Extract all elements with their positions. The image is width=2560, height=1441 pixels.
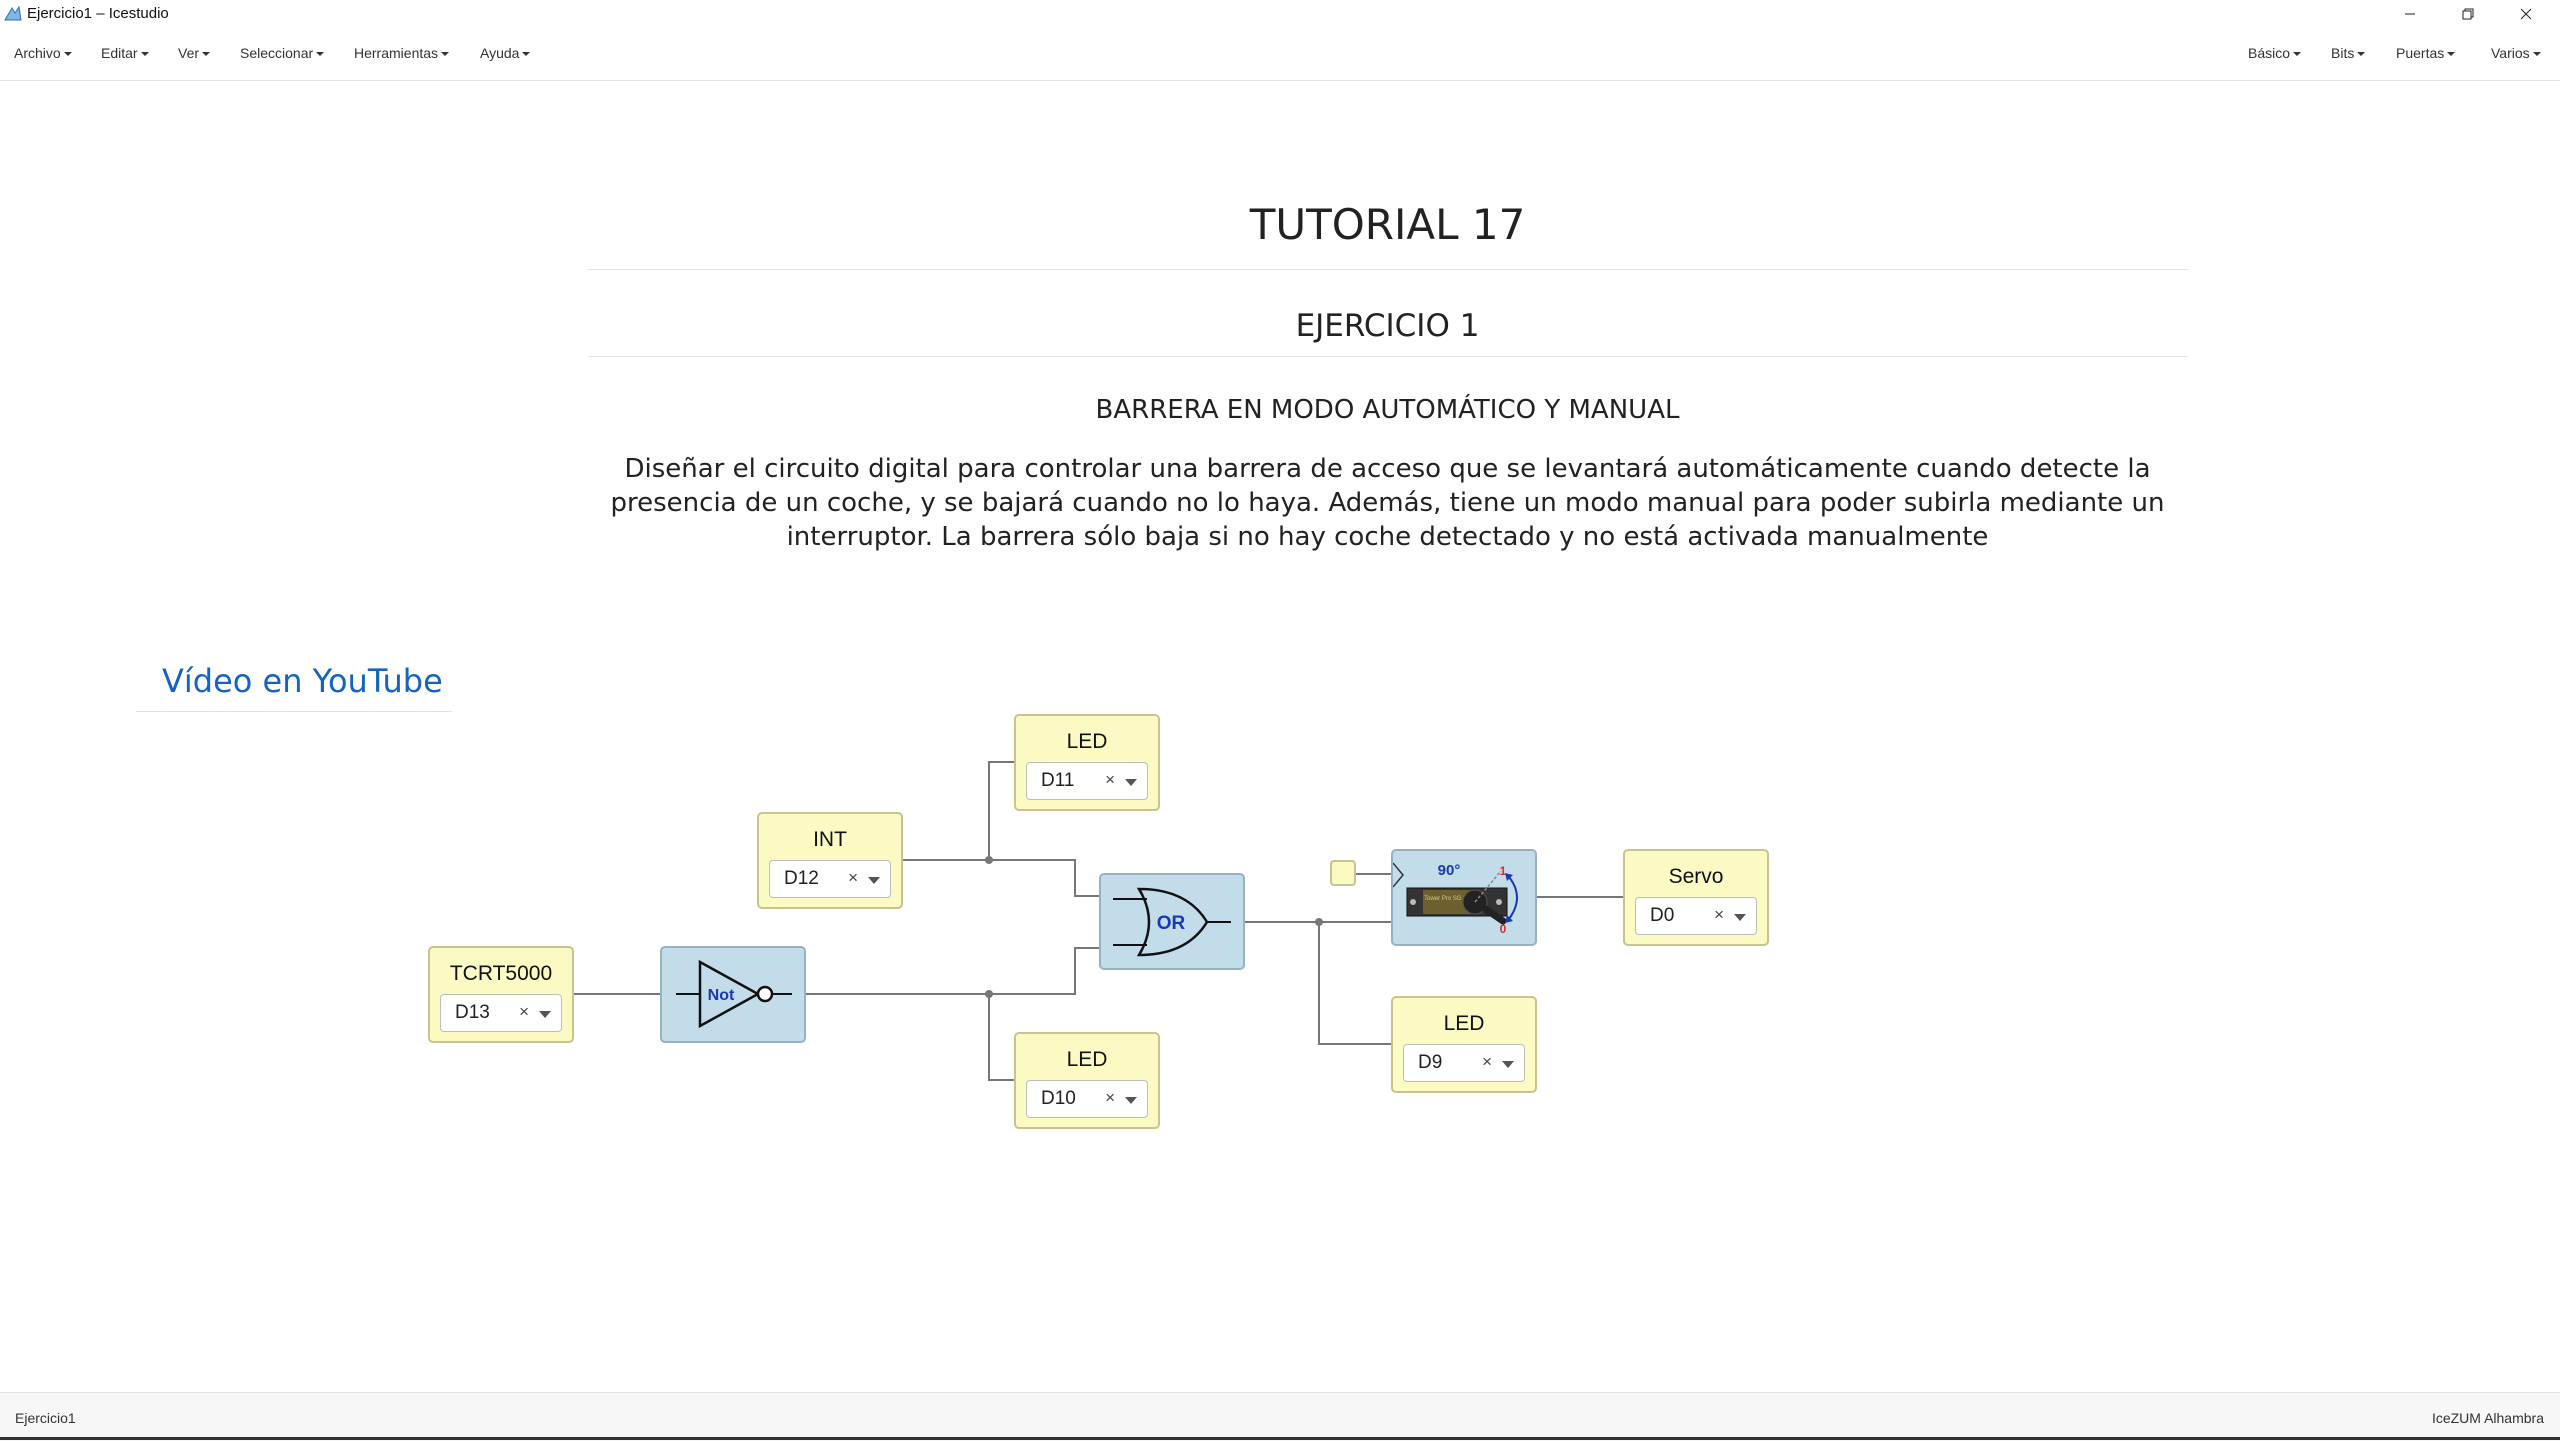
clear-icon[interactable]: × bbox=[1482, 1052, 1492, 1072]
dropdown-arrow-icon[interactable] bbox=[868, 877, 880, 884]
block-label: INT bbox=[813, 828, 847, 851]
pin-value: D9 bbox=[1418, 1052, 1443, 1073]
clear-icon[interactable]: × bbox=[519, 1002, 529, 1022]
block-label: LED bbox=[1066, 730, 1108, 753]
pin-select[interactable]: D13 × bbox=[440, 994, 562, 1032]
wire-not-led10[interactable] bbox=[988, 994, 1015, 1081]
output-block-led-d10[interactable]: LED D10 × bbox=[1014, 1032, 1160, 1129]
clear-icon[interactable]: × bbox=[848, 868, 858, 888]
wire-int-led11[interactable] bbox=[988, 761, 1015, 860]
wire-junction bbox=[985, 856, 993, 864]
pin-value: D0 bbox=[1650, 905, 1675, 926]
wire-int-or[interactable] bbox=[901, 859, 1101, 897]
input-block-int[interactable]: INT D12 × bbox=[757, 812, 903, 909]
wire-or-led9[interactable] bbox=[1318, 922, 1392, 1045]
output-block-led-d9[interactable]: LED D9 × bbox=[1391, 996, 1537, 1093]
dropdown-arrow-icon[interactable] bbox=[539, 1011, 551, 1018]
constant-bit-block[interactable] bbox=[1330, 860, 1356, 886]
dropdown-arrow-icon[interactable] bbox=[1125, 779, 1137, 786]
not-gate-block[interactable]: Not bbox=[660, 946, 806, 1043]
pin-value: D10 bbox=[1041, 1088, 1076, 1109]
pin-select[interactable]: D12 × bbox=[769, 860, 891, 898]
or-gate-icon: OR bbox=[1113, 887, 1231, 957]
pin-value: D12 bbox=[784, 868, 819, 889]
wire-junction bbox=[1315, 918, 1323, 926]
clear-icon[interactable]: × bbox=[1105, 770, 1115, 790]
servo-controller-block[interactable]: 90° Tower Pro SG 90 1 0 bbox=[1391, 849, 1537, 946]
servo-angle-label: 90° bbox=[1438, 862, 1461, 879]
wires-layer bbox=[572, 761, 1624, 1081]
dropdown-arrow-icon[interactable] bbox=[1502, 1061, 1514, 1068]
block-label: Servo bbox=[1668, 865, 1724, 888]
not-gate-icon: Not bbox=[676, 959, 792, 1029]
servo-high-label: 1 bbox=[1500, 864, 1507, 878]
dropdown-arrow-icon[interactable] bbox=[1734, 914, 1746, 921]
pin-value: D13 bbox=[455, 1002, 490, 1023]
status-board-name[interactable]: IceZUM Alhambra bbox=[2432, 1410, 2544, 1426]
wire-not-or[interactable] bbox=[805, 947, 1101, 995]
dropdown-arrow-icon[interactable] bbox=[1125, 1097, 1137, 1104]
status-project-name: Ejercicio1 bbox=[15, 1410, 76, 1426]
pin-select[interactable]: D11 × bbox=[1026, 762, 1148, 800]
block-label: LED bbox=[1443, 1012, 1485, 1035]
block-label: TCRT5000 bbox=[449, 962, 553, 985]
servo-motor-icon: 90° Tower Pro SG 90 1 0 bbox=[1392, 862, 1518, 936]
pin-select[interactable]: D0 × bbox=[1635, 897, 1757, 935]
output-block-servo[interactable]: Servo D0 × bbox=[1623, 849, 1769, 946]
or-gate-label: OR bbox=[1157, 913, 1186, 934]
status-bar: Ejercicio1 IceZUM Alhambra bbox=[0, 1392, 2560, 1441]
input-block-tcrt5000[interactable]: TCRT5000 D13 × bbox=[428, 946, 574, 1043]
pin-value: D11 bbox=[1041, 770, 1075, 791]
pin-select[interactable]: D9 × bbox=[1403, 1044, 1525, 1082]
output-block-led-d11[interactable]: LED D11 × bbox=[1014, 714, 1160, 811]
servo-low-label: 0 bbox=[1500, 922, 1507, 936]
not-gate-label: Not bbox=[708, 987, 735, 1004]
wire-junction bbox=[985, 990, 993, 998]
or-gate-block[interactable]: OR bbox=[1099, 873, 1245, 970]
pin-select[interactable]: D10 × bbox=[1026, 1080, 1148, 1118]
clear-icon[interactable]: × bbox=[1714, 905, 1724, 925]
block-label: LED bbox=[1066, 1048, 1108, 1071]
clear-icon[interactable]: × bbox=[1105, 1088, 1115, 1108]
